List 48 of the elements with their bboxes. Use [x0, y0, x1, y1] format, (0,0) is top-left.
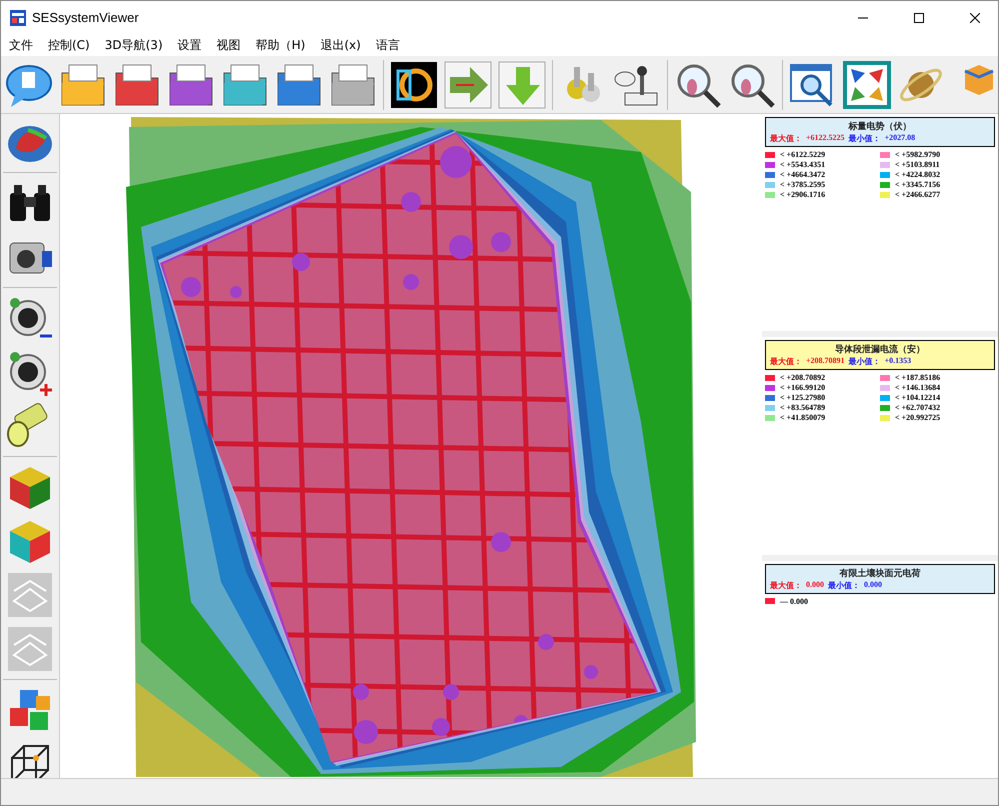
legend-value: < +2906.1716 — [780, 190, 826, 199]
legend-value: < +4664.3472 — [780, 170, 826, 179]
legend-title: 有限土壤块面元电荷 — [838, 566, 922, 580]
max-value: +6122.5225 — [806, 133, 845, 144]
app-icon — [10, 10, 26, 26]
max-value: 0.000 — [806, 580, 824, 591]
menu-item[interactable]: 文件 — [9, 36, 33, 54]
legend-value: < +5543.4351 — [780, 160, 826, 169]
max-label: 最大值： — [770, 133, 802, 144]
legend-title: 标量电势（伏） — [847, 120, 912, 133]
min-label: 最小值： — [828, 580, 860, 591]
legend-value: < +104.12214 — [895, 393, 940, 402]
legend-value: < +41.850079 — [780, 413, 826, 422]
menu-item[interactable]: 语言 — [376, 36, 400, 54]
legend-value: < +83.564789 — [780, 403, 826, 412]
max-label: 最大值： — [770, 580, 802, 591]
menu-item[interactable]: 退出(x) — [320, 36, 361, 54]
legend-value: < +2466.6277 — [895, 190, 940, 199]
expand-arrows-icon[interactable] — [843, 60, 891, 108]
legend-value: < +20.992725 — [895, 413, 940, 422]
legend-title: 导体段泄漏电流（安） — [834, 343, 926, 356]
legend-value: < +125.27980 — [780, 393, 826, 402]
max-label: 最大值： — [770, 356, 802, 368]
menu-item[interactable]: 帮助（H) — [256, 36, 306, 54]
min-label: 最小值： — [848, 356, 881, 368]
legend-value: < +187.85186 — [895, 373, 940, 382]
window-title: SESsystemViewer — [32, 10, 139, 25]
legend-value: < +6122.5229 — [780, 150, 826, 159]
legend-value: — 0.000 — [780, 596, 808, 606]
legend-value: < +208.70892 — [780, 373, 826, 382]
min-value: +0.1353 — [884, 356, 912, 368]
max-value: +208.70891 — [806, 356, 845, 368]
menu-item[interactable]: 控制(C) — [48, 36, 90, 54]
legend-value: < +3345.7156 — [895, 180, 940, 189]
legend-value: < +166.99120 — [780, 383, 826, 392]
legend-value: < +5103.8911 — [895, 160, 940, 169]
3d-logo-icon[interactable] — [390, 60, 438, 108]
min-value: 0.000 — [864, 580, 882, 591]
menu-item[interactable]: 设置 — [178, 36, 202, 54]
min-label: 最小值： — [848, 133, 881, 144]
legend-value: < +3785.2595 — [780, 180, 826, 189]
legend-value: < +4224.8032 — [895, 170, 940, 179]
legend-value: < +5982.9790 — [895, 150, 940, 159]
legend-value: < +62.707432 — [895, 403, 940, 412]
min-value: +2027.08 — [884, 133, 916, 144]
menu-item[interactable]: 3D导航(3) — [104, 36, 163, 54]
legend-value: < +146.13684 — [895, 383, 940, 392]
menu-item[interactable]: 视图 — [216, 36, 241, 54]
